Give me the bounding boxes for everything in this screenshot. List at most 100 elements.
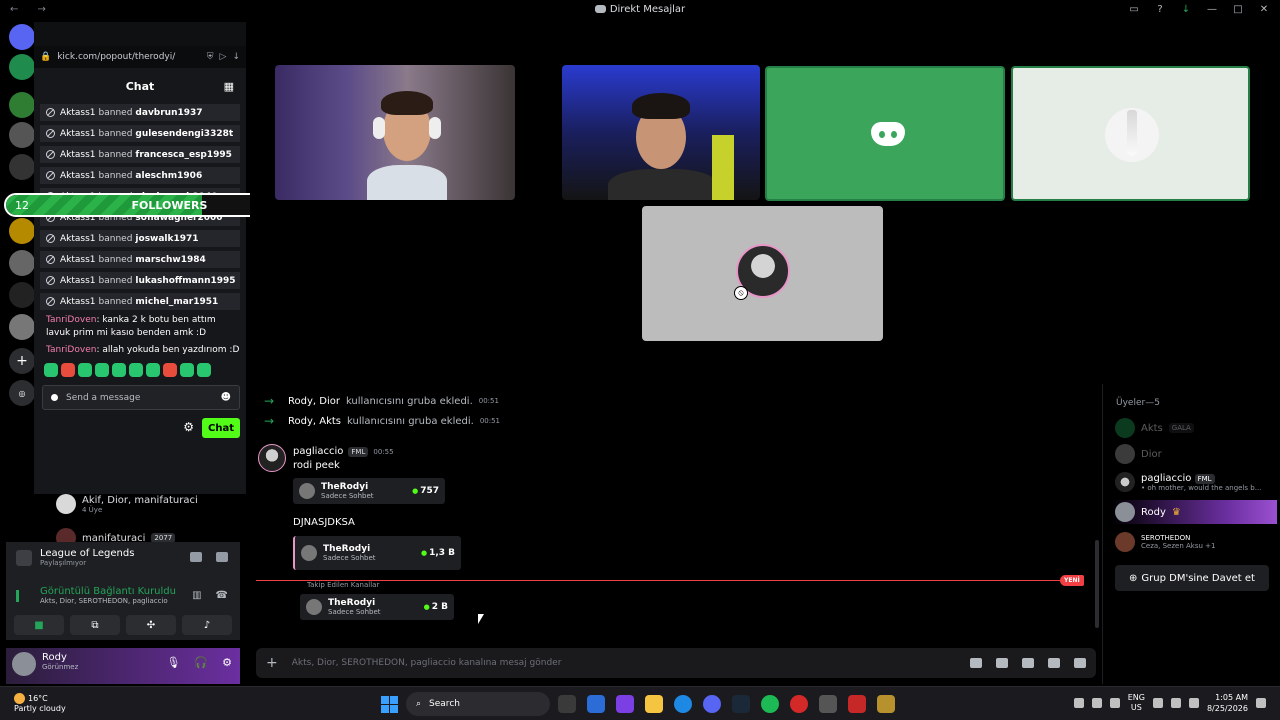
tray-app-icon[interactable] [1109, 698, 1120, 708]
system-names[interactable]: Rody, Akts [288, 416, 341, 427]
task-view-icon[interactable] [558, 695, 576, 713]
banned-user[interactable]: aleschm1906 [135, 171, 202, 181]
sticker-icon[interactable] [1022, 658, 1034, 668]
server-icon[interactable] [9, 154, 35, 180]
notifications-icon[interactable] [1256, 698, 1266, 708]
avatar[interactable] [258, 444, 286, 472]
close-icon[interactable]: ✕ [1258, 3, 1270, 15]
member-item[interactable]: SEROTHEDON Ceza, Sezen Aksu +1 [1115, 532, 1215, 552]
maximize-icon[interactable]: □ [1232, 3, 1244, 15]
explore-icon[interactable]: ◎ [9, 380, 35, 406]
home-icon[interactable] [9, 24, 35, 50]
add-attachment-icon[interactable]: + [266, 655, 278, 671]
member-item[interactable]: Rody ♛ [1111, 500, 1277, 524]
chat-nick[interactable]: TanriDoven [46, 315, 96, 325]
add-server-icon[interactable]: + [9, 348, 35, 374]
gif-icon[interactable] [996, 658, 1008, 668]
message-author[interactable]: pagliaccio [293, 446, 343, 457]
emote-icon[interactable] [146, 363, 160, 377]
banned-user[interactable]: joswalk1971 [135, 234, 198, 244]
camera-tile[interactable] [275, 65, 515, 200]
settings-icon[interactable]: ⚙ [183, 420, 194, 434]
disconnect-icon[interactable]: ☎ [216, 590, 228, 601]
chat-scrollbar[interactable] [1095, 540, 1099, 628]
activity-button[interactable]: ✣ [126, 615, 176, 635]
chevron-up-icon[interactable] [1073, 698, 1084, 708]
emote-icon[interactable] [95, 363, 109, 377]
discord-icon[interactable] [703, 695, 721, 713]
gift-icon[interactable] [970, 658, 982, 668]
member-item[interactable]: Dior [1115, 444, 1162, 464]
battery-icon[interactable] [1188, 698, 1199, 708]
help-icon[interactable]: ? [1154, 3, 1166, 15]
inbox-icon[interactable]: ▭ [1128, 3, 1140, 15]
emote-icon[interactable] [78, 363, 92, 377]
emote-icon[interactable] [180, 363, 194, 377]
moderator-name[interactable]: Aktass1 [60, 276, 96, 286]
moderator-name[interactable]: Aktass1 [60, 171, 96, 181]
dm-item[interactable]: Akif, Dior, manifaturaci 4 Üye [56, 494, 198, 514]
stream-embed[interactable]: TheRodyiSadece Sohbet 1,3 B [293, 536, 461, 570]
emoji-icon[interactable] [1048, 658, 1060, 668]
moderator-name[interactable]: Aktass1 [60, 255, 96, 265]
message-composer[interactable]: + Akts, Dior, SEROTHEDON, pagliaccio kan… [256, 648, 1096, 678]
server-icon[interactable] [9, 122, 35, 148]
soundboard-button[interactable]: ♪ [182, 615, 232, 635]
edge-icon[interactable] [674, 695, 692, 713]
steam-icon[interactable] [732, 695, 750, 713]
tray-app-icon[interactable] [1091, 698, 1102, 708]
popout-url[interactable]: kick.com/popout/therodyi/ [57, 52, 201, 62]
member-item[interactable]: Akts GALA [1115, 418, 1194, 438]
apps-icon[interactable] [1074, 658, 1086, 668]
noise-suppression-icon[interactable]: ▥ [192, 590, 201, 601]
stream-embed[interactable]: TheRodyiSadece Sohbet 2 B [300, 594, 454, 620]
banned-user[interactable]: lukashoffmann1995 [135, 276, 235, 286]
opera-icon[interactable] [790, 695, 808, 713]
headphones-icon[interactable]: 🎧 [194, 656, 208, 669]
app-icon[interactable] [848, 695, 866, 713]
file-explorer-icon[interactable] [645, 695, 663, 713]
emote-icon[interactable] [112, 363, 126, 377]
weather-widget[interactable]: 16°C Partly cloudy [14, 693, 66, 713]
taskbar-search[interactable]: ⌕ Search [406, 692, 550, 716]
app-icon[interactable] [819, 695, 837, 713]
banned-user[interactable]: gulesendengi3328t [135, 129, 233, 139]
invite-button[interactable]: ⊕ Grup DM'sine Davet et [1115, 565, 1269, 591]
moderator-name[interactable]: Aktass1 [60, 150, 96, 160]
server-icon[interactable] [9, 282, 35, 308]
gift-icon[interactable]: ▦ [224, 80, 234, 93]
speaking-tile[interactable] [1011, 66, 1250, 201]
banned-user[interactable]: michel_mar1951 [135, 297, 218, 307]
download-icon[interactable]: ↓ [1180, 3, 1192, 15]
emote-icon[interactable] [129, 363, 143, 377]
camera-tile[interactable] [562, 65, 760, 200]
settings-icon[interactable]: ⚙ [222, 656, 232, 669]
language-indicator[interactable]: ENG US [1128, 693, 1145, 713]
volume-icon[interactable] [1170, 698, 1181, 708]
member-item[interactable]: pagliaccio FML • oh mother, would the an… [1115, 472, 1261, 492]
league-icon[interactable] [877, 695, 895, 713]
banned-user[interactable]: davbrun1937 [135, 108, 202, 118]
emoji-icon[interactable]: ☻ [221, 392, 231, 403]
send-message-input[interactable]: Send a message ☻ [42, 385, 240, 410]
windows-start-icon[interactable] [381, 696, 398, 713]
controller-icon[interactable] [190, 552, 202, 562]
microphone-icon[interactable]: 🎙 [166, 656, 180, 669]
server-icon[interactable] [9, 54, 35, 80]
banned-user[interactable]: marschw1984 [135, 255, 205, 265]
moderator-name[interactable]: Aktass1 [60, 297, 96, 307]
server-icon[interactable] [9, 250, 35, 276]
screen-share-button[interactable]: ⧉ [70, 615, 120, 635]
clock[interactable]: 1:05 AM 8/25/2026 [1207, 692, 1248, 714]
shield-icon[interactable]: ⛨ [207, 52, 214, 62]
moderator-name[interactable]: Aktass1 [60, 234, 96, 244]
moderator-name[interactable]: Aktass1 [60, 108, 96, 118]
emote-icon[interactable] [61, 363, 75, 377]
server-icon[interactable] [9, 92, 35, 118]
clan-tag[interactable]: FML [348, 446, 369, 457]
system-names[interactable]: Rody, Dior [288, 396, 340, 407]
download-icon[interactable]: ↓ [232, 52, 240, 62]
app-icon[interactable] [587, 695, 605, 713]
avatar[interactable] [12, 652, 36, 676]
emote-icon[interactable] [44, 363, 58, 377]
